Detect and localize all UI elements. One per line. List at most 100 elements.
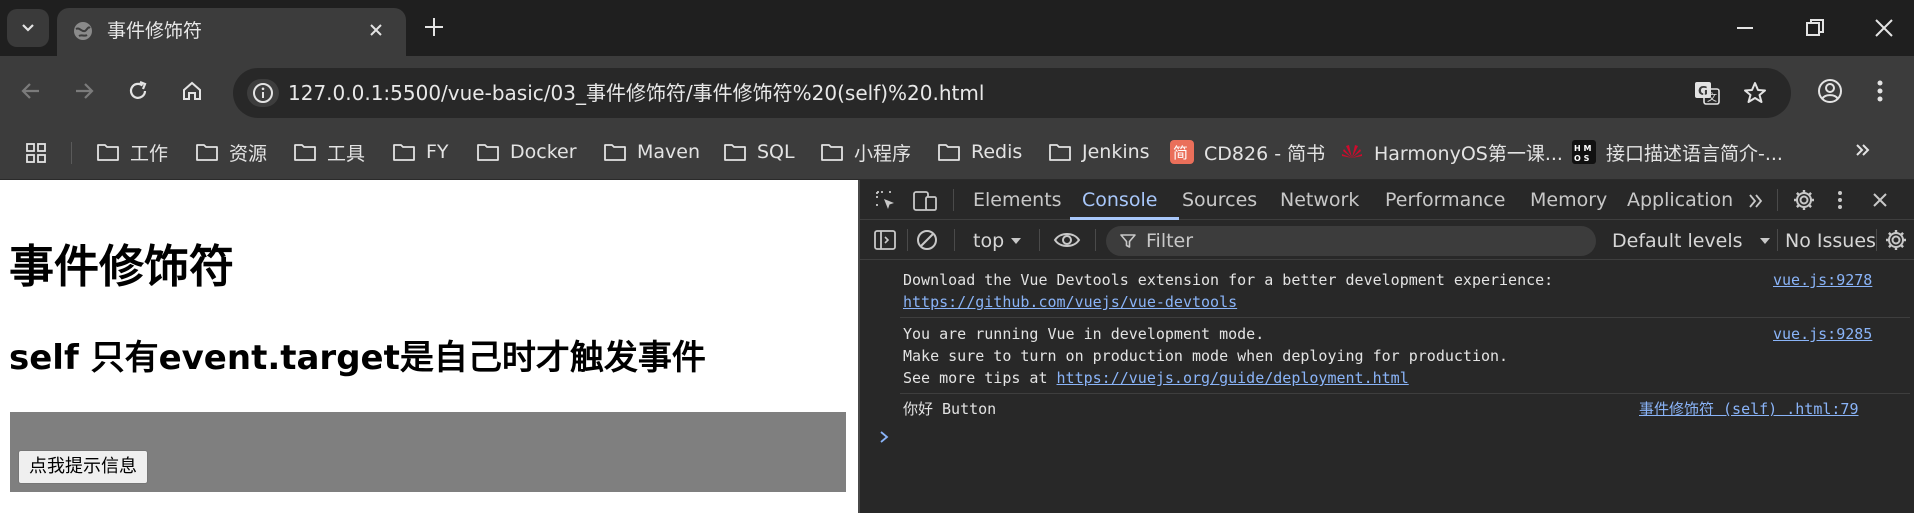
self-container[interactable]: 点我提示信息 (10, 412, 846, 492)
reload-icon[interactable] (125, 78, 151, 104)
log-text: You are running Vue in development mode. (903, 325, 1265, 343)
minimize-icon[interactable] (1733, 16, 1757, 40)
tab-network[interactable]: Network (1280, 188, 1359, 212)
log-divider (900, 393, 1910, 394)
bookmark-folder[interactable]: 工具 (293, 130, 365, 174)
restore-icon[interactable] (1803, 16, 1827, 40)
profile-icon[interactable] (1816, 77, 1844, 105)
folder-icon (196, 144, 218, 161)
more-bookmarks-icon[interactable] (1853, 140, 1873, 160)
tab-application[interactable]: Application (1627, 188, 1733, 212)
context-selector[interactable]: top (973, 229, 1004, 253)
tab-strip: 事件修饰符 (0, 0, 1914, 56)
devtools-panel: Elements Console Sources Network Perform… (858, 180, 1914, 513)
bookmark-link[interactable]: 简 CD826 - 简书 (1170, 130, 1325, 174)
bookmark-folder[interactable]: SQL (723, 130, 795, 174)
translate-icon[interactable]: G文 (1693, 80, 1721, 106)
log-source-link[interactable]: vue.js:9278 (1773, 269, 1872, 291)
address-bar[interactable]: 127.0.0.1:5500/vue-basic/03_事件修饰符/事件修饰符%… (233, 68, 1791, 118)
svg-text:O S: O S (1574, 154, 1590, 163)
clear-console-icon[interactable] (915, 228, 939, 252)
bookmark-link[interactable]: H MO S 接口描述语言简介-... (1572, 130, 1783, 174)
show-info-button[interactable]: 点我提示信息 (18, 450, 148, 484)
bookmark-folder[interactable]: 小程序 (820, 130, 911, 174)
bookmark-folder[interactable]: Redis (937, 130, 1022, 174)
console-message: 你好 Button (903, 398, 996, 420)
tab-performance[interactable]: Performance (1385, 188, 1505, 212)
bookmark-folder[interactable]: 资源 (195, 130, 267, 174)
folder-icon (294, 144, 316, 161)
log-text: 你好 Button (903, 400, 997, 418)
filter-funnel-icon (1120, 233, 1136, 249)
tab-search-button[interactable] (7, 9, 49, 47)
bookmark-folder[interactable]: FY (392, 130, 449, 174)
caret-down-icon (1010, 237, 1022, 245)
log-link[interactable]: https://github.com/vuejs/vue-devtools (903, 293, 1237, 311)
close-tab-icon[interactable] (366, 20, 386, 40)
apps-grid-icon[interactable] (25, 142, 47, 164)
toolbar-divider (1039, 229, 1040, 251)
console-message: Download the Vue Devtools extension for … (903, 269, 1553, 313)
more-menu-icon[interactable] (1874, 77, 1886, 105)
log-source-link[interactable]: vue.js:9285 (1773, 323, 1872, 345)
console-settings-icon[interactable] (1884, 228, 1908, 252)
tab-title: 事件修饰符 (107, 20, 203, 42)
tab-sources[interactable]: Sources (1182, 188, 1257, 212)
chevron-down-icon (22, 24, 34, 32)
filter-placeholder: Filter (1146, 230, 1194, 252)
bookmark-folder[interactable]: Maven (603, 130, 700, 174)
new-tab-icon[interactable] (421, 14, 447, 40)
devtools-tabbar: Elements Console Sources Network Perform… (860, 180, 1914, 220)
tab-console[interactable]: Console (1082, 188, 1157, 212)
hmos-icon: H MO S (1572, 140, 1596, 164)
log-text: See more tips at (903, 369, 1057, 387)
svg-text:简: 简 (1173, 144, 1188, 162)
browser-tab-active[interactable]: 事件修饰符 (57, 8, 406, 56)
folder-icon (724, 144, 746, 161)
console-filter-input[interactable]: Filter (1106, 226, 1596, 256)
bookmark-folder[interactable]: Jenkins (1048, 130, 1150, 174)
url-text[interactable]: 127.0.0.1:5500/vue-basic/03_事件修饰符/事件修饰符%… (288, 79, 984, 107)
jianshu-icon: 简 (1170, 140, 1194, 164)
live-expression-eye-icon[interactable] (1053, 229, 1081, 251)
tab-memory[interactable]: Memory (1530, 188, 1607, 212)
toolbar-divider (907, 229, 908, 251)
device-toolbar-icon[interactable] (912, 189, 938, 213)
more-tabs-icon[interactable] (1746, 191, 1766, 211)
page-subheading: self 只有event.target是自己时才触发事件 (9, 338, 706, 378)
log-link[interactable]: https://vuejs.org/guide/deployment.html (1057, 369, 1409, 387)
folder-icon (604, 144, 626, 161)
console-prompt-icon[interactable] (878, 430, 890, 444)
huawei-icon (1342, 145, 1362, 158)
back-icon[interactable] (18, 78, 44, 104)
toolbar-divider (953, 189, 954, 211)
folder-icon (393, 144, 415, 161)
settings-gear-icon[interactable] (1792, 188, 1816, 212)
bookmark-folder[interactable]: Docker (476, 130, 577, 174)
bookmark-star-icon[interactable] (1742, 80, 1768, 106)
console-toolbar: top Filter Default levels No Issues (860, 220, 1914, 260)
home-icon[interactable] (179, 78, 205, 104)
bookmarks-bar: 工作 资源 工具 FY Docker Maven SQL 小程序 Redis J… (0, 130, 1914, 180)
folder-icon (477, 144, 499, 161)
close-window-icon[interactable] (1872, 16, 1896, 40)
tab-elements[interactable]: Elements (973, 188, 1062, 212)
log-source-link[interactable]: 事件修饰符 (self) .html:79 (1639, 398, 1859, 420)
forward-icon[interactable] (71, 78, 97, 104)
close-devtools-icon[interactable] (1870, 190, 1890, 210)
bookmark-link[interactable]: HarmonyOS第一课... (1340, 130, 1563, 174)
folder-icon (938, 144, 960, 161)
bookmarks-divider (71, 142, 72, 164)
page-heading: 事件修饰符 (9, 240, 235, 293)
devtools-menu-icon[interactable] (1835, 189, 1845, 211)
toolbar-divider (954, 229, 955, 251)
log-divider (900, 317, 1910, 318)
issues-counter[interactable]: No Issues (1771, 229, 1876, 253)
log-levels-dropdown[interactable]: Default levels (1612, 229, 1743, 253)
inspect-element-icon[interactable] (874, 189, 898, 213)
site-info-icon[interactable] (247, 79, 279, 107)
console-message: You are running Vue in development mode.… (903, 323, 1508, 389)
sidebar-toggle-icon[interactable] (873, 229, 897, 251)
svg-text:H M: H M (1574, 144, 1591, 153)
bookmark-folder[interactable]: 工作 (96, 130, 168, 174)
